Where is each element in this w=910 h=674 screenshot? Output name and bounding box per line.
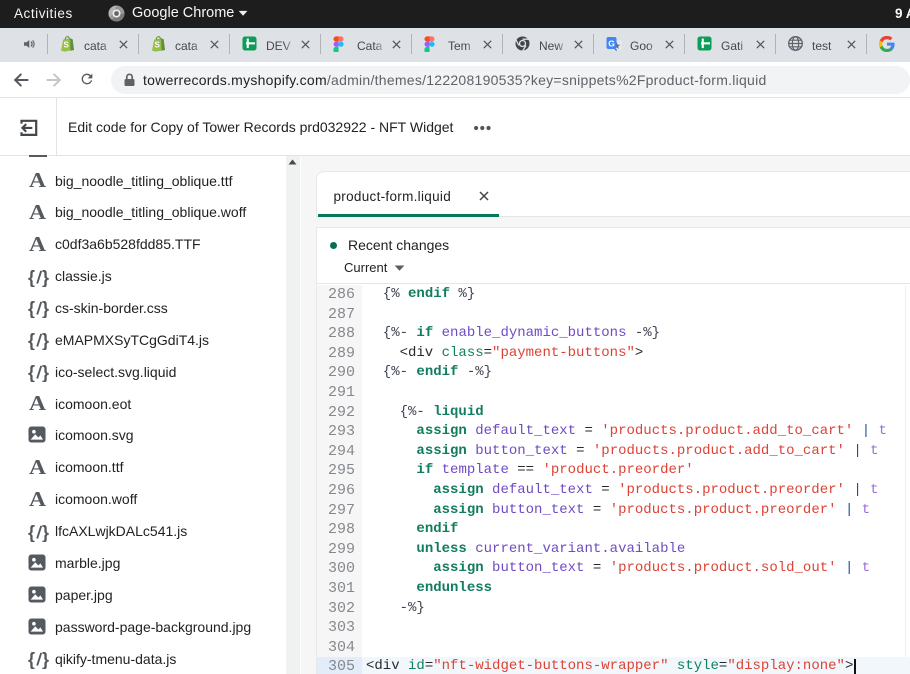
svg-text:{: { [28,649,35,669]
svg-text:}: } [42,299,49,319]
svg-text:S: S [64,41,70,50]
svg-text:G: G [608,38,615,48]
svg-text:{: { [28,522,35,542]
svg-text:{: { [28,299,35,319]
svg-text:}: } [42,649,49,669]
svg-text:}: } [42,363,49,383]
svg-text:S: S [155,41,161,50]
svg-text:}: } [42,267,49,287]
svg-text:{: { [28,331,35,351]
svg-text:{: { [28,363,35,383]
svg-text:}: } [42,522,49,542]
svg-text:}: } [42,331,49,351]
svg-text:{: { [28,267,35,287]
